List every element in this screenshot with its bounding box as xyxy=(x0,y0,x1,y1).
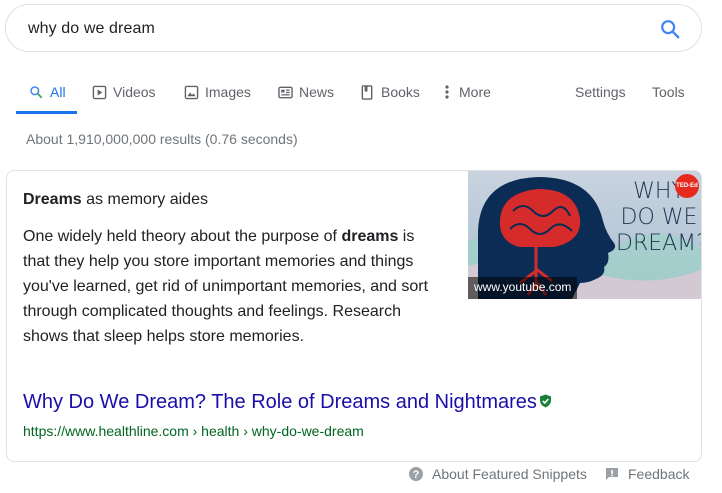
snippet-text-bold: dreams xyxy=(341,228,399,245)
tab-news[interactable]: News xyxy=(277,82,334,102)
tab-label: Videos xyxy=(113,84,156,100)
results-stats: About 1,910,000,000 results (0.76 second… xyxy=(26,131,298,147)
about-label: About Featured Snippets xyxy=(432,466,587,482)
thumbnail-source: www.youtube.com xyxy=(468,277,578,299)
thumb-line-3: DREAM? xyxy=(616,231,702,256)
video-icon xyxy=(91,84,107,100)
snippet-heading-bold: Dreams xyxy=(23,191,82,208)
snippet-heading-rest: as memory aides xyxy=(81,191,208,208)
more-vert-icon xyxy=(443,84,451,100)
image-icon xyxy=(183,84,199,100)
tools-label: Tools xyxy=(652,84,685,100)
tab-more[interactable]: More xyxy=(443,82,491,102)
snippet-heading: Dreams as memory aides xyxy=(23,191,208,209)
active-tab-indicator xyxy=(16,111,77,114)
result-title-text: Why Do We Dream? The Role of Dreams and … xyxy=(23,391,537,413)
about-featured-snippets-link[interactable]: ? About Featured Snippets xyxy=(408,466,587,482)
feedback-label: Feedback xyxy=(628,466,690,482)
featured-snippet-card: Dreams as memory aides One widely held t… xyxy=(6,170,702,462)
tab-label: Images xyxy=(205,84,251,100)
book-icon xyxy=(359,84,375,100)
tab-all[interactable]: All xyxy=(28,82,66,102)
snippet-footer: ? About Featured Snippets Feedback xyxy=(0,466,722,486)
settings-label: Settings xyxy=(575,84,626,100)
search-icon[interactable] xyxy=(659,18,681,40)
search-tabs: All Videos Images News Books More Settin… xyxy=(0,70,722,114)
tab-label: More xyxy=(459,84,491,100)
tab-label: News xyxy=(299,84,335,100)
tab-label: All xyxy=(50,84,66,100)
tab-books[interactable]: Books xyxy=(359,82,420,102)
tab-label: Books xyxy=(381,84,420,100)
thumb-line-2: DO WE xyxy=(620,205,698,230)
search-box[interactable]: why do we dream xyxy=(5,4,702,52)
search-input[interactable]: why do we dream xyxy=(28,20,155,38)
svg-text:?: ? xyxy=(413,469,420,481)
ted-ed-badge-text: TED-Ed xyxy=(676,183,698,189)
settings-link[interactable]: Settings xyxy=(575,82,626,102)
news-icon xyxy=(277,84,293,100)
result-url[interactable]: https://www.healthline.com › health › wh… xyxy=(23,423,364,439)
ted-ed-badge: TED-Ed xyxy=(675,174,699,198)
tab-images[interactable]: Images xyxy=(183,82,251,102)
result-title-link[interactable]: Why Do We Dream? The Role of Dreams and … xyxy=(23,391,552,414)
help-icon: ? xyxy=(408,466,424,482)
tab-videos[interactable]: Videos xyxy=(91,82,156,102)
tools-link[interactable]: Tools xyxy=(652,82,685,102)
search-icon xyxy=(28,84,44,100)
video-thumbnail[interactable]: WHY DO WE DREAM? TED-Ed www.youtube.com xyxy=(468,171,702,299)
feedback-icon xyxy=(604,466,620,482)
verified-shield-icon xyxy=(539,391,552,414)
snippet-body: One widely held theory about the purpose… xyxy=(23,224,443,349)
feedback-link[interactable]: Feedback xyxy=(604,466,689,482)
snippet-text-2: is that they help you store important me… xyxy=(23,228,429,345)
snippet-text-1: One widely held theory about the purpose… xyxy=(23,228,342,245)
